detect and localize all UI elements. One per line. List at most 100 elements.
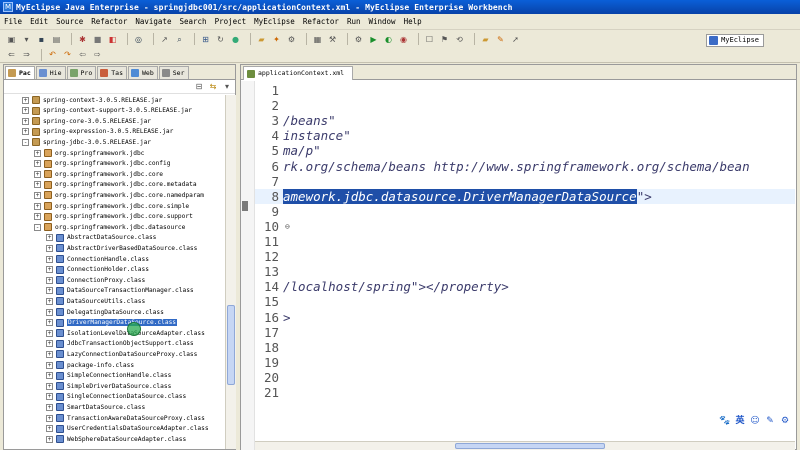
new-icon[interactable]: ▣ [6, 34, 17, 45]
expand-toggle[interactable]: + [46, 287, 53, 295]
expand-toggle[interactable]: + [46, 319, 53, 327]
menu-help[interactable]: Help [404, 17, 422, 26]
redo-icon[interactable]: ↷ [62, 49, 73, 60]
view-tab-tas[interactable]: Tas [97, 66, 127, 79]
tree-item[interactable]: + org.springframework.jdbc.core.support [34, 212, 193, 222]
expand-toggle[interactable]: + [34, 149, 41, 157]
globe-icon[interactable]: ● [230, 34, 241, 45]
prev-edit-icon[interactable]: ⇐ [6, 49, 17, 60]
ime-paw-icon[interactable]: 🐾 [719, 415, 731, 427]
print-icon[interactable]: ▤ [51, 34, 62, 45]
menu-navigate[interactable]: Navigate [135, 17, 171, 26]
folder-open-icon[interactable]: ▰ [480, 34, 491, 45]
tree-item[interactable]: + ConnectionHandle.class [46, 254, 149, 264]
tree-item[interactable]: + SimpleConnectionHandle.class [46, 371, 171, 381]
tree-item[interactable]: + spring-context-support-3.0.5.RELEASE.ja… [22, 106, 192, 116]
tree-item[interactable]: + org.springframework.jdbc.config [34, 159, 170, 169]
expand-toggle[interactable]: + [46, 234, 53, 242]
tree-item[interactable]: + UserCredentialsDataSourceAdapter.class [46, 424, 209, 434]
menu-run[interactable]: Run [347, 17, 361, 26]
editor-horizontal-scrollbar[interactable] [255, 441, 795, 450]
dropdown-icon[interactable]: ▾ [21, 34, 32, 45]
save-icon[interactable]: ▪ [36, 34, 47, 45]
expand-toggle[interactable]: + [46, 393, 53, 401]
expand-toggle[interactable]: + [34, 160, 41, 168]
pencil-icon[interactable]: ✎ [495, 34, 506, 45]
next-edit-icon[interactable]: ⇒ [21, 49, 32, 60]
menu-myeclipse[interactable]: MyEclipse [254, 17, 295, 26]
view-tab-pro[interactable]: Pro [66, 66, 97, 79]
tree-item[interactable]: +IsolationLevelDataSourceAdapter.class [46, 328, 205, 338]
tree-item[interactable]: + org.springframework.jdbc.core.metadata [34, 180, 197, 190]
tree-vertical-scrollbar[interactable] [225, 95, 236, 449]
expand-toggle[interactable]: + [34, 202, 41, 210]
tree-item[interactable]: + spring-core-3.0.5.RELEASE.jar [22, 116, 151, 126]
tree-item[interactable]: - spring-jdbc-3.0.5.RELEASE.jar [22, 137, 151, 147]
expand-toggle[interactable]: + [22, 128, 29, 136]
run-ext-icon[interactable]: ◐ [383, 34, 394, 45]
expand-toggle[interactable]: + [34, 181, 41, 189]
open-type-icon[interactable]: ↗ [159, 34, 170, 45]
debug-icon[interactable]: ✱ [77, 34, 88, 45]
tree-item[interactable]: + spring-expression-3.0.5.RELEASE.jar [22, 127, 173, 137]
ime-settings-icon[interactable]: ⚙ [779, 415, 791, 427]
server-icon[interactable]: ■ [92, 34, 103, 45]
menu-project[interactable]: Project [215, 17, 247, 26]
java-icon[interactable]: ⊞ [200, 34, 211, 45]
tree-item[interactable]: + JdbcTransactionObjectSupport.class [46, 339, 194, 349]
run-config-icon[interactable]: ⚙ [353, 34, 364, 45]
fold-toggle-icon[interactable]: ⊖ [285, 222, 290, 231]
expand-toggle[interactable]: + [46, 340, 53, 348]
menu-window[interactable]: Window [368, 17, 395, 26]
expand-toggle[interactable]: + [46, 361, 53, 369]
menu-search[interactable]: Search [179, 17, 206, 26]
expand-toggle[interactable]: + [46, 329, 53, 337]
expand-toggle[interactable]: + [46, 435, 53, 443]
layout-icon[interactable]: ▦ [312, 34, 323, 45]
expand-toggle[interactable]: + [22, 117, 29, 125]
tree-item[interactable]: + org.springframework.jdbc [34, 148, 144, 158]
expand-toggle[interactable]: + [46, 255, 53, 263]
arrow-icon[interactable]: ➚ [510, 34, 521, 45]
forward-icon[interactable]: ⇨ [92, 49, 103, 60]
run-icon[interactable]: ▶ [368, 34, 379, 45]
tree-item[interactable]: + LazyConnectionDataSourceProxy.class [46, 349, 197, 359]
tree-item[interactable]: + spring-context-3.0.5.RELEASE.jar [22, 95, 162, 105]
expand-toggle[interactable]: + [46, 308, 53, 316]
menu-source[interactable]: Source [56, 17, 83, 26]
refresh-icon[interactable]: ↻ [215, 34, 226, 45]
ime-emoji-icon[interactable]: ☺ [749, 415, 761, 427]
undo-icon[interactable]: ↶ [47, 49, 58, 60]
folder-icon[interactable]: ▰ [256, 34, 267, 45]
ime-english-icon[interactable]: 英 [734, 415, 746, 427]
tools-icon[interactable]: ⚒ [327, 34, 338, 45]
tree-item[interactable]: + TransactionAwareDataSourceProxy.class [46, 413, 205, 423]
menu-file[interactable]: File [4, 17, 22, 26]
expand-toggle[interactable]: + [46, 266, 53, 274]
gear-icon[interactable]: ⚙ [286, 34, 297, 45]
menu-refactor[interactable]: Refactor [303, 17, 339, 26]
tree-item[interactable]: + DriverManagerDataSource.class [46, 318, 178, 328]
deploy-icon[interactable]: ◧ [107, 34, 118, 45]
expand-toggle[interactable]: + [46, 297, 53, 305]
expand-toggle[interactable]: + [46, 425, 53, 433]
collapse-all-icon[interactable]: ⊟ [194, 82, 204, 92]
code-area[interactable]: 1 2 3/beans" 4 instance" 5 ma/p" 6 rk.org/schema… [255, 81, 795, 441]
last-edit-icon[interactable]: ⇦ [77, 49, 88, 60]
link-editor-icon[interactable]: ⇆ [208, 82, 218, 92]
tree-item[interactable]: - org.springframework.jdbc.datasource [34, 222, 185, 232]
collapse-toggle[interactable]: - [22, 138, 29, 146]
expand-toggle[interactable]: + [46, 403, 53, 411]
tree-item[interactable]: + AbstractDataSource.class [46, 233, 156, 243]
browser-icon[interactable]: ◎ [133, 34, 144, 45]
tree-item[interactable]: + DataSourceUtils.class [46, 296, 145, 306]
tree-item[interactable]: + ConnectionHolder.class [46, 265, 149, 275]
search-icon[interactable]: ⌕ [174, 34, 185, 45]
collapse-toggle[interactable]: - [34, 223, 41, 231]
ime-pen-icon[interactable]: ✎ [764, 415, 776, 427]
ext-tools-icon[interactable]: ◉ [398, 34, 409, 45]
menu-edit[interactable]: Edit [30, 17, 48, 26]
expand-toggle[interactable]: + [46, 244, 53, 252]
view-menu-icon[interactable]: ▾ [222, 82, 232, 92]
view-tab-web[interactable]: Web [128, 66, 158, 79]
